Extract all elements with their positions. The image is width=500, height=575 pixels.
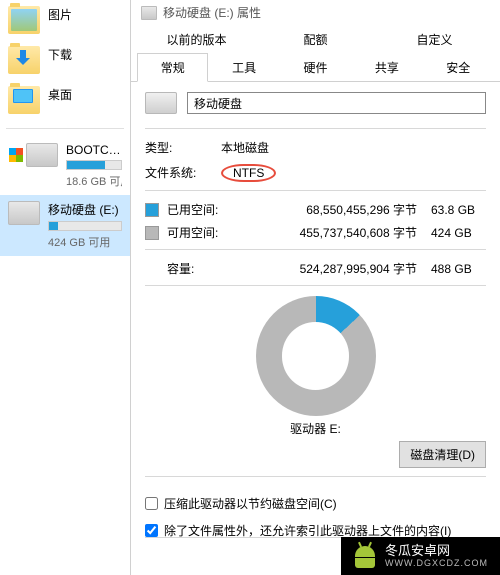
disk-cleanup-button[interactable]: 磁盘清理(D) (399, 441, 486, 468)
compress-checkbox[interactable] (145, 497, 158, 510)
index-checkbox[interactable] (145, 524, 158, 537)
index-checkbox-row[interactable]: 除了文件属性外，还允许索引此驱动器上文件的内容(I) (145, 522, 486, 537)
drive-usage-bar (66, 160, 122, 170)
type-label: 类型: (145, 139, 205, 156)
quick-access-pictures[interactable]: 图片 (0, 0, 130, 40)
watermark-url: WWW.DGXCDZ.COM (385, 558, 488, 569)
separator (6, 128, 124, 129)
drive-large-icon (145, 92, 177, 114)
capacity-bytes: 524,287,995,904 字节 (230, 260, 423, 277)
used-space-gb: 63.8 GB (431, 203, 486, 217)
drive-free-text: 424 GB 可用 (48, 234, 122, 250)
compress-label: 压缩此驱动器以节约磁盘空间(C) (164, 495, 337, 512)
capacity-gb: 488 GB (431, 262, 486, 276)
used-swatch-icon (145, 203, 159, 217)
drive-item-bootcamp[interactable]: BOOTCAMP ( 18.6 GB 可用 (0, 137, 130, 195)
quick-access-label: 下载 (48, 46, 72, 63)
usage-pie-chart (256, 296, 376, 416)
used-space-label: 已用空间: (167, 201, 222, 218)
filesystem-value: NTFS (221, 164, 276, 182)
desktop-icon (8, 86, 40, 114)
free-space-gb: 424 GB (431, 226, 486, 240)
quick-access-downloads[interactable]: 下载 (0, 40, 130, 80)
compress-checkbox-row[interactable]: 压缩此驱动器以节约磁盘空间(C) (145, 495, 486, 512)
tab-customize[interactable]: 自定义 (375, 25, 494, 54)
drive-item-removable[interactable]: 移动硬盘 (E:) 424 GB 可用 (0, 195, 130, 256)
free-space-label: 可用空间: (167, 224, 222, 241)
drive-free-text: 18.6 GB 可用 (66, 173, 122, 189)
tab-security[interactable]: 安全 (423, 53, 494, 82)
tab-quota[interactable]: 配额 (256, 25, 375, 54)
tab-strip: 以前的版本 配额 自定义 常规 工具 硬件 共享 安全 (131, 25, 500, 82)
pie-chart-label: 驱动器 E: (145, 420, 486, 437)
index-label: 除了文件属性外，还允许索引此驱动器上文件的内容(I) (164, 522, 451, 537)
watermark: 冬瓜安卓网 WWW.DGXCDZ.COM (341, 537, 500, 575)
tab-tools[interactable]: 工具 (208, 53, 279, 82)
quick-access-label: 图片 (48, 6, 72, 23)
drive-name: 移动硬盘 (E:) (48, 201, 122, 218)
used-space-bytes: 68,550,455,296 字节 (230, 201, 423, 218)
filesystem-label: 文件系统: (145, 164, 205, 182)
quick-access-desktop[interactable]: 桌面 (0, 80, 130, 120)
tab-hardware[interactable]: 硬件 (280, 53, 351, 82)
drive-name: BOOTCAMP ( (66, 143, 122, 157)
tab-general[interactable]: 常规 (137, 53, 208, 82)
drive-usage-bar (48, 221, 122, 231)
pictures-icon (8, 6, 40, 34)
downloads-icon (8, 46, 40, 74)
properties-dialog: 移动硬盘 (E:) 属性 以前的版本 配额 自定义 常规 工具 硬件 共享 安全… (130, 0, 500, 575)
dialog-title: 移动硬盘 (E:) 属性 (131, 0, 500, 25)
capacity-label: 容量: (167, 260, 222, 277)
android-icon (353, 544, 377, 568)
type-value: 本地磁盘 (221, 139, 269, 156)
tab-previous-versions[interactable]: 以前的版本 (137, 25, 256, 54)
tab-content-general: 类型: 本地磁盘 文件系统: NTFS 已用空间: 68,550,455,296… (131, 82, 500, 537)
watermark-name: 冬瓜安卓网 (385, 543, 488, 559)
drive-label-input[interactable] (187, 92, 486, 114)
drive-icon (26, 143, 58, 167)
tab-sharing[interactable]: 共享 (351, 53, 422, 82)
quick-access-label: 桌面 (48, 86, 72, 103)
drive-icon (8, 201, 40, 225)
free-space-bytes: 455,737,540,608 字节 (230, 224, 423, 241)
free-swatch-icon (145, 226, 159, 240)
explorer-sidebar: 图片 下载 桌面 BOOTCAMP ( 18.6 GB 可用 移动硬盘 (E:) (0, 0, 130, 575)
